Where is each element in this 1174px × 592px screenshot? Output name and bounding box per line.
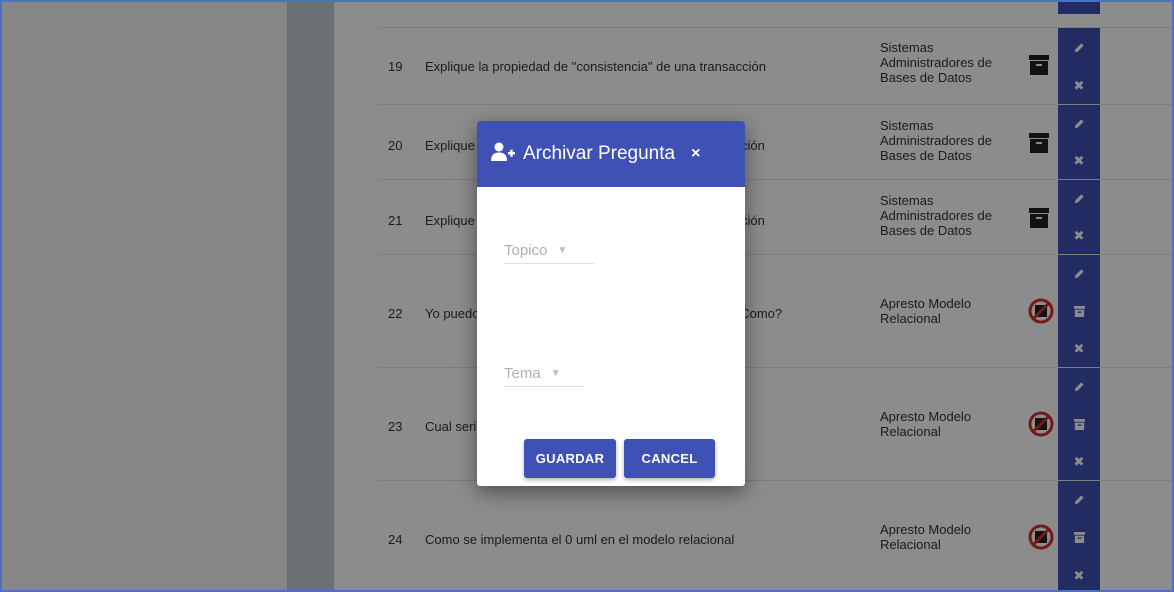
topico-select[interactable]: Topico ▼ bbox=[504, 238, 594, 264]
add-user-icon bbox=[491, 142, 515, 167]
close-dialog-button[interactable]: × bbox=[691, 145, 700, 163]
save-button[interactable]: GUARDAR bbox=[524, 439, 616, 478]
app-frame: 19 Explique la propiedad de "consistenci… bbox=[0, 0, 1174, 592]
chevron-down-icon: ▼ bbox=[550, 368, 561, 379]
tema-select[interactable]: Tema ▼ bbox=[504, 361, 584, 387]
dialog-header: Archivar Pregunta × bbox=[477, 121, 745, 187]
dialog-title: Archivar Pregunta bbox=[523, 143, 676, 164]
archive-question-dialog: Archivar Pregunta × Topico ▼ Tema ▼ GUAR… bbox=[477, 121, 745, 486]
tema-label: Tema bbox=[504, 365, 541, 382]
topico-label: Topico bbox=[504, 242, 548, 259]
cancel-button[interactable]: CANCEL bbox=[624, 439, 715, 478]
chevron-down-icon: ▼ bbox=[557, 245, 568, 256]
